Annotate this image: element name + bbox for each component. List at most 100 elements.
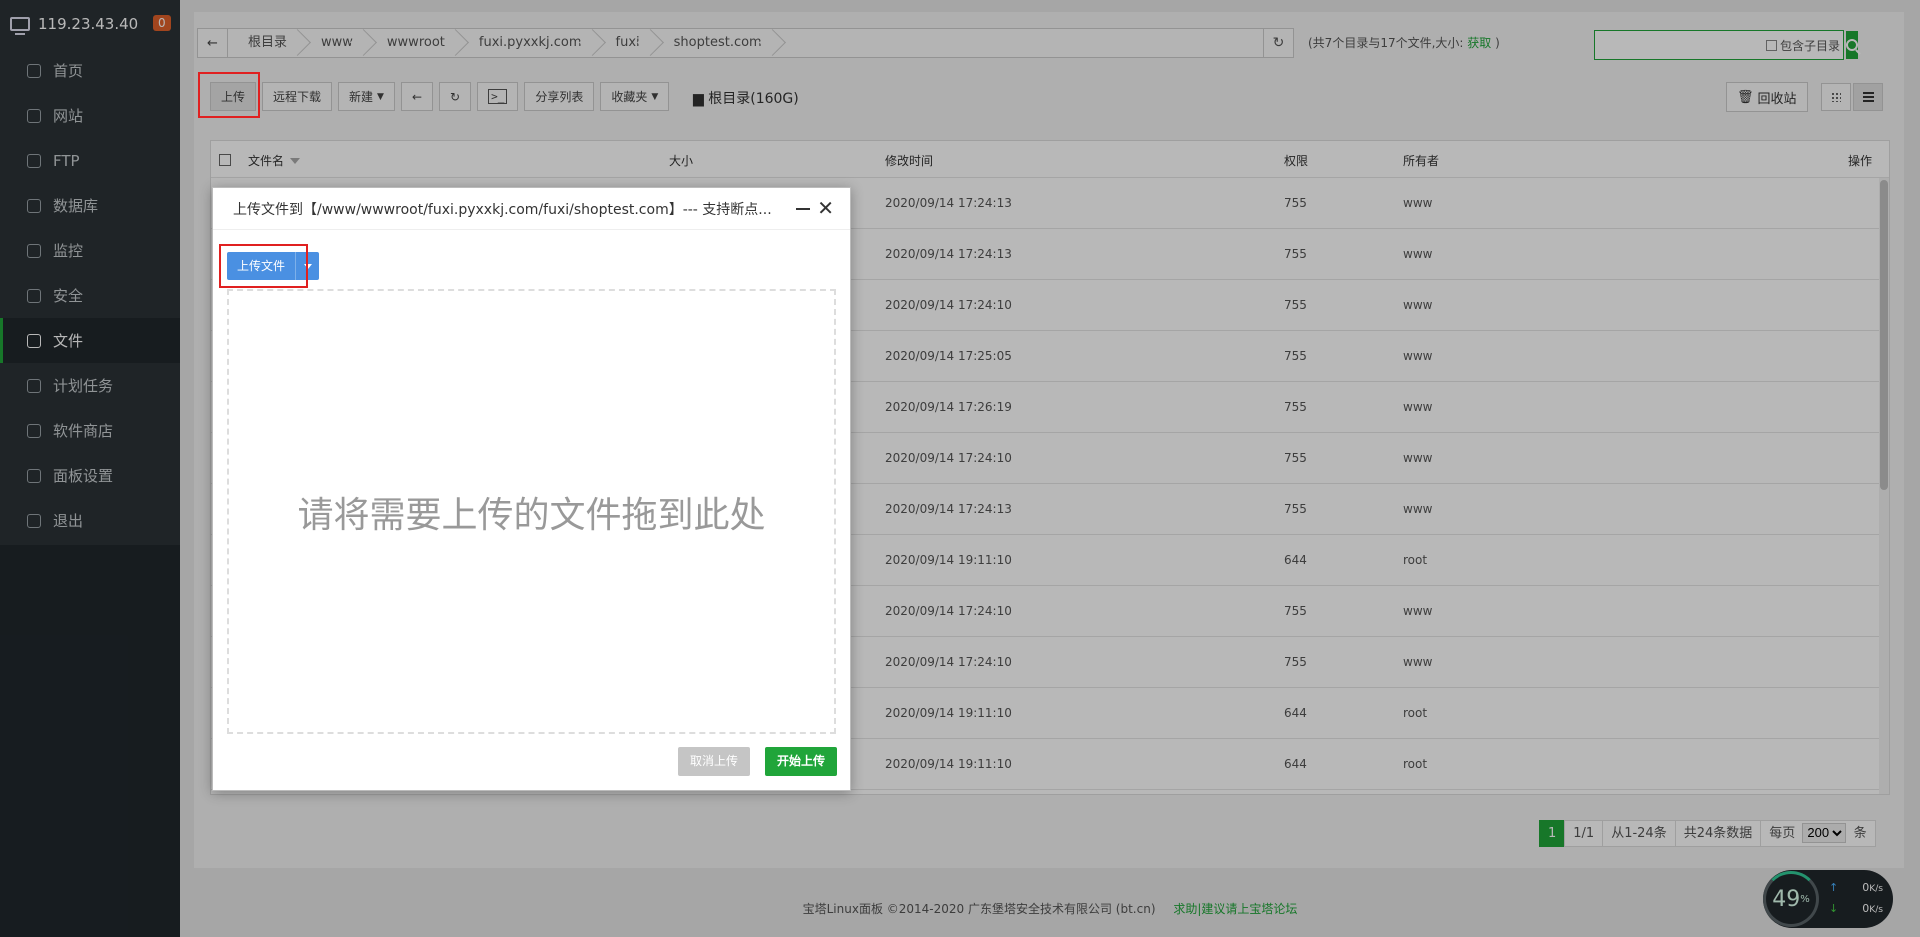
row-permission[interactable]: 755	[1284, 502, 1307, 516]
cancel-upload-button[interactable]: 取消上传	[678, 747, 751, 776]
search-input[interactable]	[1595, 31, 1766, 59]
row-permission[interactable]: 644	[1284, 706, 1307, 720]
row-permission[interactable]: 644	[1284, 757, 1307, 771]
col-owner[interactable]: 所有者	[1403, 152, 1439, 169]
sidebar-item-9[interactable]: 面板设置	[0, 453, 180, 498]
sidebar-item-5[interactable]: 安全	[0, 273, 180, 318]
server-ip: 119.23.43.40	[38, 15, 139, 33]
page-current[interactable]: 1	[1539, 820, 1566, 847]
sidebar-item-label: 计划任务	[53, 377, 114, 395]
breadcrumb-item[interactable]: www	[301, 29, 367, 57]
row-owner[interactable]: root	[1403, 757, 1427, 771]
notification-badge[interactable]: 0	[153, 15, 171, 31]
new-button[interactable]: 新建 ▼	[338, 82, 395, 111]
scrollbar-thumb[interactable]	[1880, 180, 1888, 490]
arrow-left-icon: ←	[411, 89, 423, 104]
highlight-upload-box	[198, 72, 260, 118]
row-owner[interactable]: www	[1403, 298, 1432, 312]
dir-summary-end: )	[1495, 36, 1500, 50]
include-subdir-checkbox[interactable]: 包含子目录	[1766, 31, 1840, 59]
breadcrumb-item[interactable]: shoptest.com	[654, 29, 776, 57]
sidebar-item-2[interactable]: FTP	[0, 138, 180, 183]
disk-icon: ▆	[693, 91, 704, 107]
breadcrumb-item[interactable]: fuxi.pyxxkj.com	[459, 29, 596, 57]
row-owner[interactable]: www	[1403, 655, 1432, 669]
forum-link[interactable]: 求助|建议请上宝塔论坛	[1173, 902, 1297, 916]
row-owner[interactable]: www	[1403, 196, 1432, 210]
refresh-button[interactable]: ↻	[439, 82, 472, 111]
row-permission[interactable]: 755	[1284, 655, 1307, 669]
monitor-icon	[27, 243, 41, 258]
col-size[interactable]: 大小	[669, 152, 693, 169]
grid-view-button[interactable]	[1821, 83, 1851, 111]
path-bar: ← 根目录 www wwwroot fuxi.pyxxkj.com fuxi shopte…	[197, 28, 1631, 58]
recycle-bin-button[interactable]: 🗑 回收站	[1726, 82, 1808, 112]
server-header[interactable]: 119.23.43.40 0	[0, 0, 180, 48]
file-dropzone[interactable]: 请将需要上传的文件拖到此处	[227, 289, 836, 734]
row-permission[interactable]: 755	[1284, 451, 1307, 465]
row-owner[interactable]: root	[1403, 706, 1427, 720]
refresh-icon: ↻	[450, 89, 461, 104]
path-refresh-button[interactable]: ↻	[1264, 28, 1294, 58]
list-view-button[interactable]	[1853, 83, 1883, 111]
col-mtime[interactable]: 修改时间	[885, 152, 933, 169]
dialog-title: 上传文件到【/www/wwwroot/fuxi.pyxxkj.com/fuxi/…	[233, 201, 772, 218]
row-mtime: 2020/09/14 17:24:13	[885, 196, 1012, 210]
select-all-checkbox[interactable]	[219, 154, 231, 166]
row-owner[interactable]: www	[1403, 451, 1432, 465]
sidebar-item-4[interactable]: 监控	[0, 228, 180, 273]
row-owner[interactable]: www	[1403, 400, 1432, 414]
remote-download-button[interactable]: 远程下载	[262, 82, 333, 111]
table-scrollbar[interactable]	[1879, 178, 1889, 794]
shield-icon	[27, 288, 41, 303]
row-permission[interactable]: 755	[1284, 349, 1307, 363]
breadcrumb-item[interactable]: wwwroot	[367, 29, 459, 57]
sidebar: 119.23.43.40 0 首页 网站 FTP 数据库 监控 安全文件计划任务软件商店面…	[0, 0, 180, 937]
row-mtime: 2020/09/14 17:24:13	[885, 247, 1012, 261]
minimize-icon[interactable]	[796, 208, 810, 210]
start-upload-button[interactable]: 开始上传	[765, 747, 838, 776]
sidebar-item-8[interactable]: 软件商店	[0, 408, 180, 453]
sidebar-menu: 119.23.43.40 0 首页 网站 FTP 数据库 监控 安全文件计划任务软件商店面…	[0, 0, 180, 545]
back-button[interactable]: ←	[400, 82, 434, 111]
search-button[interactable]	[1846, 31, 1859, 59]
share-list-button[interactable]: 分享列表	[524, 82, 595, 111]
row-permission[interactable]: 755	[1284, 400, 1307, 414]
row-permission[interactable]: 644	[1284, 553, 1307, 567]
disk-root-label[interactable]: ▆ 根目录(160G)	[693, 88, 799, 108]
col-permission[interactable]: 权限	[1284, 152, 1308, 169]
upload-speed-unit: K/s	[1869, 883, 1884, 894]
trash-icon: 🗑	[1737, 89, 1754, 105]
row-owner[interactable]: www	[1403, 349, 1432, 363]
sidebar-item-label: 文件	[53, 332, 84, 350]
row-permission[interactable]: 755	[1284, 196, 1307, 210]
per-page-select[interactable]: 200	[1802, 822, 1847, 843]
net-speed-widget[interactable]: 49% ↑ 0K/s ↓ 0K/s	[1763, 870, 1893, 928]
row-owner[interactable]: root	[1403, 553, 1427, 567]
row-permission[interactable]: 755	[1284, 247, 1307, 261]
breadcrumb-item[interactable]: 根目录	[228, 29, 301, 57]
sidebar-item-1[interactable]: 网站	[0, 93, 180, 138]
row-mtime: 2020/09/14 17:24:13	[885, 502, 1012, 516]
close-icon[interactable]: ✕	[817, 198, 834, 218]
get-size-link[interactable]: 获取	[1467, 36, 1491, 50]
row-permission[interactable]: 755	[1284, 298, 1307, 312]
favorites-button[interactable]: 收藏夹 ▼	[600, 82, 670, 111]
sidebar-item-3[interactable]: 数据库	[0, 183, 180, 228]
logout-icon	[27, 513, 41, 528]
path-back-button[interactable]: ←	[198, 29, 228, 57]
sidebar-item-6[interactable]: 文件	[0, 318, 180, 363]
sidebar-item-7[interactable]: 计划任务	[0, 363, 180, 408]
row-owner[interactable]: www	[1403, 502, 1432, 516]
globe-icon	[27, 108, 41, 123]
row-owner[interactable]: www	[1403, 604, 1432, 618]
sidebar-item-0[interactable]: 首页	[0, 48, 180, 93]
row-permission[interactable]: 755	[1284, 604, 1307, 618]
home-icon	[27, 63, 41, 78]
row-owner[interactable]: www	[1403, 247, 1432, 261]
dialog-header: 上传文件到【/www/wwwroot/fuxi.pyxxkj.com/fuxi/…	[213, 188, 850, 230]
sidebar-item-10[interactable]: 退出	[0, 498, 180, 543]
col-filename[interactable]: 文件名	[248, 152, 301, 169]
favorites-button-label: 收藏夹	[611, 90, 648, 104]
terminal-button[interactable]: >_	[477, 82, 519, 111]
